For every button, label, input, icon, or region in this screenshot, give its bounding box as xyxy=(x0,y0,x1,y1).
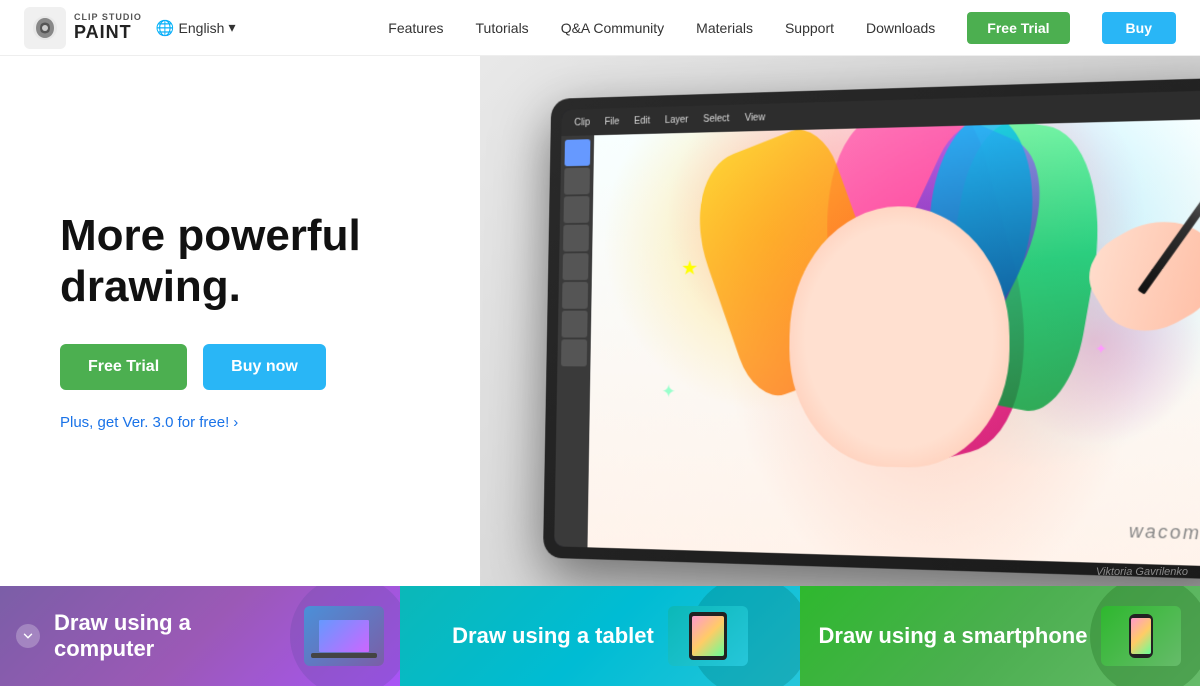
tool-move xyxy=(563,225,589,252)
promo-link[interactable]: Plus, get Ver. 3.0 for free! › xyxy=(60,414,450,431)
card-tablet-label: Draw using a tablet xyxy=(452,623,654,649)
promo-arrow: › xyxy=(233,414,238,431)
header-buy-button[interactable]: Buy xyxy=(1102,12,1176,44)
card-tablet[interactable]: Draw using a tablet xyxy=(400,586,800,686)
artwork-credit: Viktoria Gavrilenko xyxy=(1096,566,1188,578)
card-computer[interactable]: Draw using a computer xyxy=(0,586,400,686)
tool-color xyxy=(561,339,587,366)
lang-label: English xyxy=(179,20,225,36)
hand-with-pen xyxy=(1030,180,1200,368)
logo-text-bottom: PAINT xyxy=(74,23,142,43)
tablet-device-shape xyxy=(689,612,727,660)
logo-icon xyxy=(24,7,66,49)
menu-select: Select xyxy=(698,113,736,125)
hero-section: Clip File Edit Layer Select View xyxy=(0,56,1200,586)
nav-tutorials[interactable]: Tutorials xyxy=(476,20,529,36)
tablet-thumbnail xyxy=(668,606,748,666)
tablet-screen: Clip File Edit Layer Select View xyxy=(554,90,1200,567)
logo-text: CLIP STUDIO PAINT xyxy=(74,13,142,43)
laptop-shape xyxy=(319,620,369,652)
clip-studio-icon xyxy=(31,14,59,42)
menu-view: View xyxy=(739,112,771,124)
chevron-down-icon xyxy=(21,629,35,643)
tablet-frame: Clip File Edit Layer Select View xyxy=(543,77,1200,580)
tablet-mockup: Clip File Edit Layer Select View xyxy=(530,86,1200,566)
phone-screen-mini xyxy=(1131,618,1151,654)
app-body: ★ ✦ ✦ xyxy=(554,119,1200,567)
nav-downloads[interactable]: Downloads xyxy=(866,20,935,36)
menu-file: File xyxy=(599,116,625,127)
hand-shape xyxy=(1075,199,1200,351)
menu-clip: Clip xyxy=(569,117,596,128)
nav-qa[interactable]: Q&A Community xyxy=(561,20,664,36)
tablet-thumb-inner xyxy=(668,606,748,666)
computer-card-icon xyxy=(16,624,40,648)
lang-arrow: ▾ xyxy=(228,19,235,36)
smartphone-thumbnail xyxy=(1101,606,1181,666)
nav-features[interactable]: Features xyxy=(388,20,443,36)
hero-background: Clip File Edit Layer Select View xyxy=(480,56,1200,586)
globe-icon: 🌐 xyxy=(156,19,175,37)
hero-content: More powerful drawing. Free Trial Buy no… xyxy=(0,56,510,586)
tool-text xyxy=(562,282,588,309)
phone-device-shape xyxy=(1129,614,1153,658)
tool-shape xyxy=(563,253,589,280)
smartphone-thumb-inner xyxy=(1101,606,1181,666)
character-face xyxy=(789,205,1010,470)
tool-eraser xyxy=(564,168,590,195)
hero-buy-button[interactable]: Buy now xyxy=(203,344,326,390)
language-selector[interactable]: 🌐 English ▾ xyxy=(156,19,236,37)
tool-select xyxy=(564,196,590,223)
menu-edit: Edit xyxy=(629,115,656,126)
hero-buttons: Free Trial Buy now xyxy=(60,344,450,390)
main-nav: Features Tutorials Q&A Community Materia… xyxy=(388,12,1176,44)
header-left: CLIP STUDIO PAINT 🌐 English ▾ xyxy=(24,7,235,49)
logo[interactable]: CLIP STUDIO PAINT xyxy=(24,7,142,49)
nav-materials[interactable]: Materials xyxy=(696,20,753,36)
tool-zoom xyxy=(562,311,588,338)
laptop-screen xyxy=(319,620,369,652)
app-canvas: ★ ✦ ✦ xyxy=(587,119,1200,567)
star-decoration-3: ✦ xyxy=(661,381,675,402)
nav-support[interactable]: Support xyxy=(785,20,834,36)
canvas-artwork: ★ ✦ ✦ xyxy=(587,119,1200,567)
card-smartphone-label: Draw using a smartphone xyxy=(819,623,1088,649)
star-decoration-1: ★ xyxy=(681,256,698,280)
menu-layer: Layer xyxy=(659,114,694,125)
hero-free-trial-button[interactable]: Free Trial xyxy=(60,344,187,390)
hero-title: More powerful drawing. xyxy=(60,211,450,312)
bottom-cards: Draw using a computer Draw using a table… xyxy=(0,586,1200,686)
computer-thumb-inner xyxy=(304,606,384,666)
header: CLIP STUDIO PAINT 🌐 English ▾ Features T… xyxy=(0,0,1200,56)
tool-brush xyxy=(565,139,591,166)
tablet-screen-mini xyxy=(692,616,724,656)
computer-thumbnail xyxy=(304,606,384,666)
header-free-trial-button[interactable]: Free Trial xyxy=(967,12,1069,44)
wacom-logo: wacom xyxy=(1129,521,1200,545)
promo-text: Plus, get Ver. 3.0 for free! xyxy=(60,414,229,431)
card-computer-label: Draw using a computer xyxy=(54,610,290,662)
card-smartphone[interactable]: Draw using a smartphone xyxy=(800,586,1200,686)
